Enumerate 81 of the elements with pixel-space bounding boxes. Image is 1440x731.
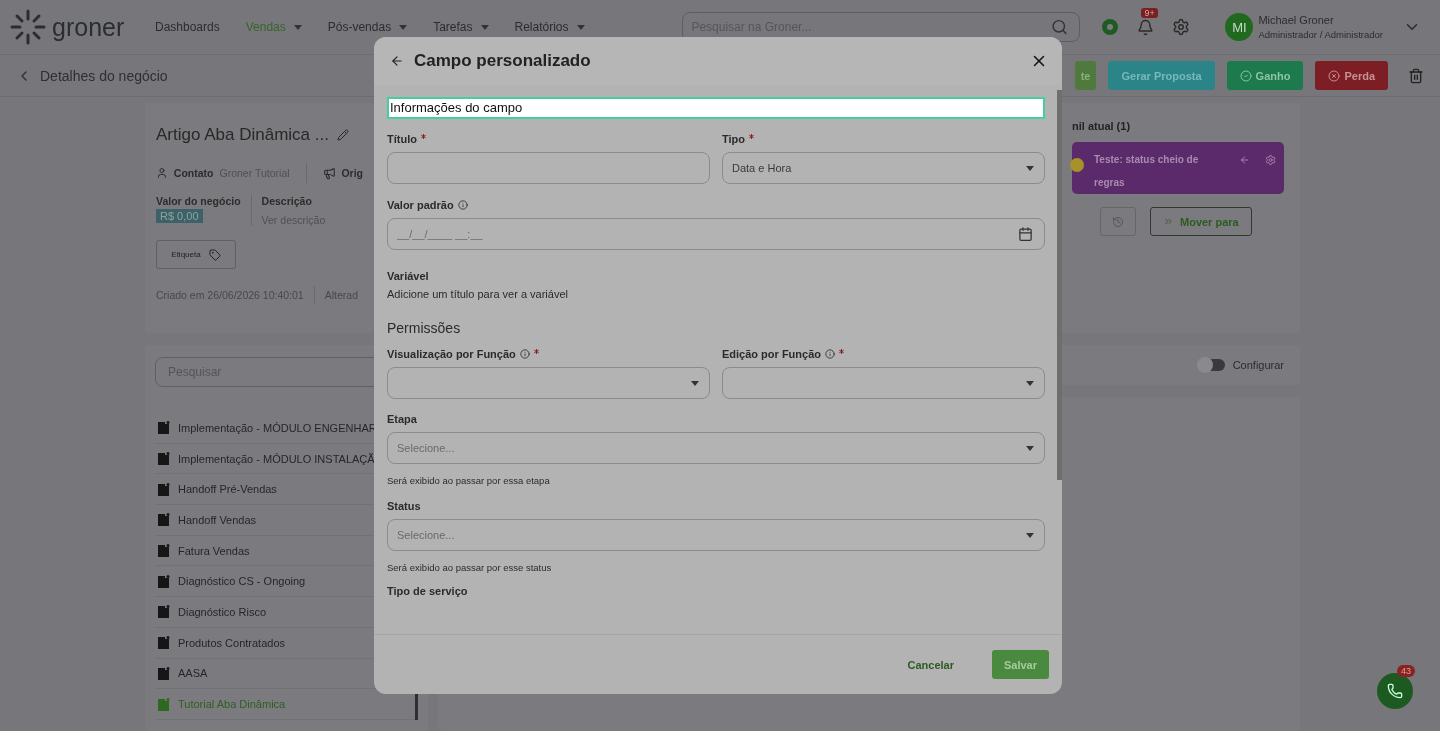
document-icon bbox=[158, 482, 170, 496]
move-button[interactable]: Mover para bbox=[1150, 207, 1252, 236]
toggle-label: Configurar bbox=[1232, 359, 1284, 371]
field-label: Tipo bbox=[722, 133, 1045, 145]
avatar: MI bbox=[1225, 13, 1254, 41]
contact-label: Contato bbox=[173, 167, 214, 179]
document-icon bbox=[158, 697, 170, 711]
document-icon bbox=[158, 605, 170, 619]
history-icon bbox=[1112, 215, 1124, 228]
field-label: Etapa bbox=[387, 413, 418, 425]
toggle-switch[interactable] bbox=[1198, 359, 1225, 371]
chat-badge: 43 bbox=[1397, 665, 1415, 677]
value-label: Valor do negócio bbox=[156, 195, 241, 207]
cancel-button[interactable]: Cancelar bbox=[901, 657, 960, 672]
funnel-title: nil atual (1) bbox=[1072, 120, 1131, 132]
variable-text: Adicione um título para ver a variável bbox=[387, 288, 569, 300]
check-circle-icon bbox=[1239, 69, 1252, 82]
pencil-icon[interactable] bbox=[336, 129, 349, 141]
save-button[interactable]: Salvar bbox=[991, 650, 1049, 679]
tag-icon bbox=[208, 248, 221, 261]
logo-icon bbox=[10, 9, 46, 45]
user-icon bbox=[156, 167, 168, 179]
search-icon bbox=[1051, 18, 1069, 36]
logo-text: groner bbox=[52, 12, 125, 42]
title-field[interactable] bbox=[387, 152, 710, 184]
bell-icon[interactable] bbox=[1137, 18, 1155, 36]
chevrons-right-icon bbox=[1163, 216, 1174, 227]
status-select[interactable]: Selecione... bbox=[387, 519, 1045, 551]
field-label: Valor padrão bbox=[387, 199, 1045, 211]
section-title: Informações do campo bbox=[387, 97, 1045, 119]
description-label: Descrição bbox=[261, 195, 313, 207]
document-icon bbox=[158, 421, 170, 435]
phone-icon bbox=[1387, 683, 1403, 699]
caret-icon bbox=[1026, 380, 1034, 386]
document-icon bbox=[158, 513, 170, 527]
deal-value: R$ 0,00 bbox=[156, 209, 203, 223]
document-icon bbox=[158, 544, 170, 558]
stage-select[interactable]: Selecione... bbox=[387, 432, 1045, 464]
caret-icon bbox=[1026, 445, 1034, 451]
caret-icon bbox=[691, 380, 699, 386]
chat-button[interactable] bbox=[1377, 673, 1413, 709]
coin-icon bbox=[1070, 158, 1084, 172]
user-role: Administrador / Administrador bbox=[1258, 29, 1383, 40]
megaphone-icon bbox=[322, 166, 336, 180]
nav-item[interactable]: Dashboards bbox=[155, 20, 220, 34]
nav-item[interactable]: Tarefas bbox=[433, 20, 489, 34]
info-icon bbox=[519, 349, 530, 359]
document-icon bbox=[158, 452, 170, 466]
status-label: Teste: status cheio de regras bbox=[1094, 153, 1200, 190]
x-circle-icon bbox=[1328, 69, 1341, 82]
modal-title: Campo personalizado bbox=[414, 51, 592, 71]
field-label: Variável bbox=[387, 270, 430, 282]
origin-label: Orig bbox=[341, 167, 363, 179]
info-icon bbox=[825, 349, 835, 359]
field-label: Título bbox=[387, 133, 710, 145]
won-button[interactable]: Ganho bbox=[1226, 61, 1304, 90]
document-icon bbox=[158, 666, 170, 680]
document-icon bbox=[158, 636, 170, 650]
section-heading: Permissões bbox=[387, 320, 462, 336]
lost-button[interactable]: Perda bbox=[1315, 61, 1388, 90]
date-field[interactable]: __/__/____ __:__ bbox=[387, 218, 1045, 250]
deal-title: Artigo Aba Dinâmica ... bbox=[156, 125, 329, 145]
info-icon bbox=[457, 200, 468, 210]
action-button[interactable]: te bbox=[1074, 61, 1097, 90]
tag-button[interactable]: Etiqueta bbox=[156, 240, 236, 269]
notification-badge: 9+ bbox=[1141, 7, 1158, 18]
nav-item[interactable]: Relatórios bbox=[514, 20, 585, 34]
nav-item[interactable]: Pós-vendas bbox=[327, 20, 408, 34]
proposal-button[interactable]: Gerar Proposta bbox=[1108, 61, 1215, 90]
field-label: Edição por Função bbox=[722, 348, 1045, 360]
caret-icon bbox=[1026, 532, 1034, 538]
settings-icon[interactable] bbox=[1172, 18, 1191, 36]
calendar-icon[interactable] bbox=[1018, 226, 1033, 242]
user-name: Michael Groner bbox=[1258, 14, 1335, 26]
trash-icon[interactable] bbox=[1408, 67, 1424, 84]
settings-icon[interactable] bbox=[1264, 154, 1276, 166]
arrow-left-icon[interactable] bbox=[1239, 154, 1251, 166]
document-icon bbox=[158, 574, 170, 588]
field-label: Visualização por Função bbox=[387, 348, 710, 360]
caret-icon bbox=[1026, 165, 1034, 171]
type-select[interactable]: Data e Hora bbox=[722, 152, 1045, 184]
